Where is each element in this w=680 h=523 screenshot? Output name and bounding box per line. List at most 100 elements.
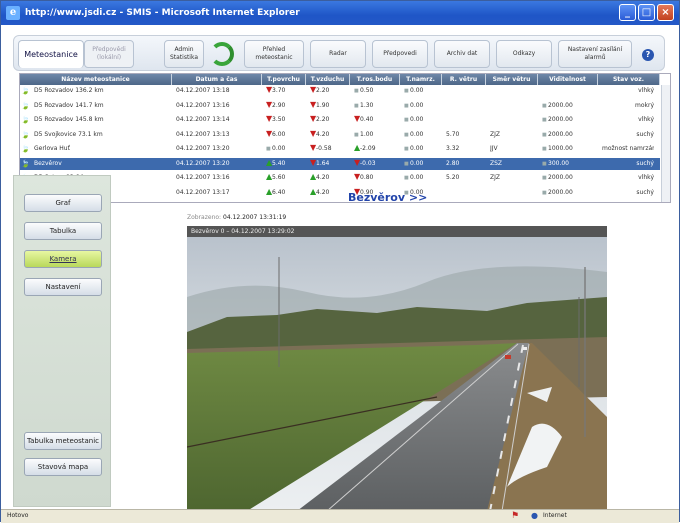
cell-value: 5.40 <box>272 159 286 167</box>
cell-value: 0.00 <box>410 145 424 152</box>
prehled-meteostanic-button[interactable]: Přehled meteostanic <box>244 40 304 68</box>
tabulka-button[interactable]: Tabulka <box>24 222 102 240</box>
cell-tn: ■0.00 <box>404 158 440 170</box>
cell-name[interactable]: D5 Rozvadov 136.2 km <box>34 85 172 97</box>
cell-value: 1.90 <box>316 101 330 109</box>
graf-button[interactable]: Graf <box>24 194 102 212</box>
col-viditelnost[interactable]: Viditelnost <box>538 74 598 85</box>
cell-tr: ▼-0.03 <box>354 158 398 170</box>
cell-tv: ▲4.20 <box>310 172 348 184</box>
col-stav[interactable]: Stav voz. <box>598 74 660 85</box>
close-button[interactable]: × <box>657 4 674 21</box>
camera-caption: Bezvěrov 0 – 04.12.2007 13:29:02 <box>187 226 607 237</box>
table-row[interactable]: 🍃 D5 Svojkovice 73.1 km 04.12.2007 13:13 ▼6… <box>20 129 660 141</box>
cell-name[interactable]: D5 Svojkovice 73.1 km <box>34 129 172 141</box>
table-row[interactable]: 🍃D5 Ostrov 83.6 km04.12.2007 13:16▲5.60▲… <box>20 172 660 184</box>
cell-name[interactable]: D5 Rozvadov 141.7 km <box>34 100 172 112</box>
timestamp-value: 04.12.2007 13:31:19 <box>223 214 287 221</box>
cell-value: 0.50 <box>360 87 374 94</box>
table-scrollbar[interactable] <box>661 85 670 202</box>
security-icon: ⚑ <box>511 511 520 521</box>
page-content: Meteostanice Předpovědi (lokální) Admin … <box>5 25 677 511</box>
cell-name[interactable]: Bezvěrov <box>34 158 172 170</box>
cell-tn: ■0.00 <box>404 100 440 112</box>
col-tpovrchu[interactable]: T.povrchu <box>262 74 306 85</box>
maximize-button[interactable]: □ <box>638 4 655 21</box>
table-row[interactable]: 🍃D5 Ostrov 84.5 km04.12.2007 13:17▲6.40▲… <box>20 187 660 199</box>
cell-value: 300.00 <box>548 159 569 167</box>
camera-image-frame: Bezvěrov 0 – 04.12.2007 13:29:02 <box>187 226 607 511</box>
table-row[interactable]: 🍃 D5 Rozvadov 145.8 km 04.12.2007 13:14 ▼3.… <box>20 114 660 126</box>
odkazy-button[interactable]: Odkazy <box>496 40 552 68</box>
cell-sv: JJV <box>490 145 498 152</box>
col-smer[interactable]: Směr větru <box>486 74 538 85</box>
kamera-button[interactable]: Kamera <box>24 250 102 268</box>
cell-value: 2000.00 <box>548 130 573 138</box>
table-row[interactable]: 🍃 Gerlova Huť 04.12.2007 13:20 ■0.00 ▼-0.58 ▲… <box>20 143 660 155</box>
cell-name[interactable]: D5 Rozvadov 145.8 km <box>34 114 172 126</box>
globe-icon: ● <box>531 511 538 520</box>
cell-rv <box>446 187 484 199</box>
cell-rv: 2.80 <box>446 159 460 167</box>
archiv-dat-button[interactable]: Archiv dat <box>434 40 490 68</box>
tab-predpovedi-lokalni[interactable]: Předpovědi (lokální) <box>84 40 134 68</box>
station-leaf-icon: 🍃 <box>21 87 30 95</box>
cell-tv: ▼2.20 <box>310 85 348 97</box>
cell-time: 04.12.2007 13:20 <box>176 159 230 167</box>
cell-sv <box>490 114 536 126</box>
cell-tr: ■0.50 <box>354 85 398 97</box>
cell-value: 4.20 <box>316 188 330 196</box>
title-bar[interactable]: e http://www.jsdi.cz - SMIS - Microsoft … <box>1 1 679 25</box>
cell-value: 0.00 <box>410 159 424 167</box>
station-title[interactable]: Bezvěrov >> <box>348 191 427 204</box>
cell-value: 6.40 <box>272 188 286 196</box>
col-datum[interactable]: Datum a čas <box>172 74 262 85</box>
table-row[interactable]: 🍃 D5 Rozvadov 136.2 km 04.12.2007 13:18 ▼3.… <box>20 85 660 97</box>
radar-button[interactable]: Radar <box>310 40 366 68</box>
tab-meteostanice[interactable]: Meteostanice <box>18 40 84 68</box>
cell-tn: ■0.00 <box>404 143 440 155</box>
cell-tv: ▼1.90 <box>310 100 348 112</box>
cell-vis: ■1000.00 <box>542 143 596 155</box>
minimize-button[interactable]: _ <box>619 4 636 21</box>
tabulka-meteostanic-button[interactable]: Tabulka meteostanic <box>24 432 102 450</box>
nastaveni-alarmu-button[interactable]: Nastavení zasílání alarmů <box>558 40 632 68</box>
cell-time: 04.12.2007 13:14 <box>176 116 230 123</box>
cell-sv: ZSZ <box>490 159 503 167</box>
col-rvetru[interactable]: R. větru <box>442 74 486 85</box>
col-tvzduchu[interactable]: T.vzduchu <box>306 74 350 85</box>
cell-tp: ▲5.40 <box>266 158 304 170</box>
zone-text: Internet <box>543 512 567 519</box>
cell-value: -2.09 <box>360 145 376 152</box>
table-row[interactable]: 🍃 Bezvěrov 04.12.2007 13:20 ▲5.40 ▼1.64 ▼-0.0… <box>20 157 660 170</box>
help-icon[interactable]: ? <box>642 49 654 61</box>
cell-tv: ▼4.20 <box>310 129 348 141</box>
cell-value: 1000.00 <box>548 145 573 152</box>
refresh-icon[interactable] <box>210 42 234 66</box>
cell-tp: ▲6.40 <box>266 187 304 199</box>
stavova-mapa-button[interactable]: Stavová mapa <box>24 458 102 476</box>
predpovedi-button[interactable]: Předpovedi <box>372 40 428 68</box>
cell-value: 1.64 <box>316 159 330 167</box>
col-trosbodu[interactable]: T.ros.bodu <box>350 74 400 85</box>
cell-sv: ZJZ <box>490 130 500 138</box>
cell-vis: ■300.00 <box>542 158 596 170</box>
cell-value: 0.00 <box>410 116 424 123</box>
cell-stav: mokrý <box>634 101 654 109</box>
cell-name[interactable]: Gerlova Huť <box>34 143 172 155</box>
cell-tp: ▲5.60 <box>266 172 304 184</box>
col-nazev[interactable]: Název meteostanice <box>20 74 172 85</box>
admin-statistika-button[interactable]: Admin Statistika <box>164 40 204 68</box>
cell-tn: ■0.00 <box>404 114 440 126</box>
cell-value: 2.90 <box>272 101 286 109</box>
cell-rv: 5.20 <box>446 174 460 181</box>
cell-stav: suchý <box>636 159 654 167</box>
table-row[interactable]: 🍃 D5 Rozvadov 141.7 km 04.12.2007 13:16 ▼2.… <box>20 100 660 112</box>
cell-time: 04.12.2007 13:20 <box>176 145 230 152</box>
col-tnamrz[interactable]: T.namrz. <box>400 74 442 85</box>
cell-tv: ▼2.20 <box>310 114 348 126</box>
cell-tp: ▼3.70 <box>266 85 304 97</box>
cell-value: 0.00 <box>272 145 286 152</box>
cell-sv <box>490 187 536 199</box>
nastaveni-button[interactable]: Nastavení <box>24 278 102 296</box>
